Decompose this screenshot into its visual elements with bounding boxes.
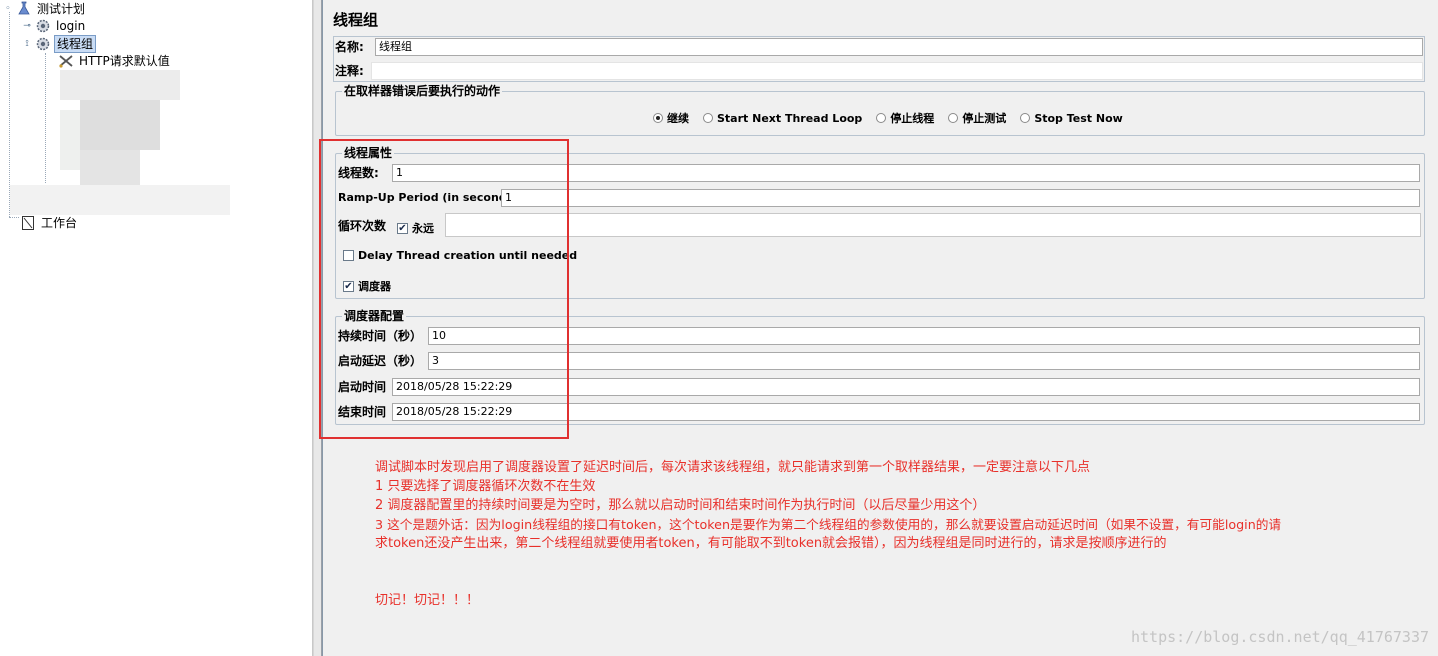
annotation-text: 2 调度器配置里的持续时间要是为空时，那么就以启动时间和结束时间作为执行时间（以… [375,498,986,513]
radio-stop-thread[interactable] [876,113,887,123]
thread-group-gear-icon [35,18,51,34]
radio-stop-test-now[interactable] [1020,113,1031,123]
test-plan-tree[interactable]: ◦ 测试计划 ⊸ login ⟟ 线程组 HTTP请求默认值 工作台 [0,0,313,656]
duration-input[interactable]: 10 [428,327,1420,345]
name-input[interactable]: 线程组 [375,38,1423,56]
redacted-area [10,185,230,215]
collapse-toggle-icon[interactable]: ◦ [3,4,13,14]
annotation-text: 调试脚本时发现启用了调度器设置了延迟时间后，每次请求该线程组，就只能请求到第一个… [375,460,1091,475]
config-scissors-icon [58,53,74,69]
collapse-toggle-icon[interactable]: ⟟ [22,39,32,49]
radio-stop-test[interactable] [948,113,959,123]
radio-label[interactable]: 停止线程 [890,110,934,126]
tree-node-workbench[interactable]: 工作台 [20,215,79,231]
redacted-area [60,110,80,170]
error-action-radio-row: 继续 Start Next Thread Loop 停止线程 停止测试 Stop… [643,110,1123,126]
tree-node-label[interactable]: 工作台 [39,215,79,231]
watermark: https://blog.csdn.net/qq_41767337 [1130,628,1429,646]
workbench-clipboard-icon [20,215,36,231]
annotation-text: 切记！切记！！！ [375,593,480,608]
comment-input[interactable] [371,62,1423,80]
annotation-highlight-box [319,139,569,439]
annotation-text: 1 只要选择了调度器循环次数不在生效 [375,479,596,494]
radio-label[interactable]: 继续 [667,110,689,126]
redacted-area [80,100,160,150]
tree-guide-line [9,217,19,218]
tree-node-label[interactable]: login [54,18,87,34]
radio-continue[interactable] [653,113,663,123]
annotation-text: 求token还没产生出来，第二个线程组就要使用者token，有可能取不到toke… [375,536,1167,551]
tree-node-label[interactable]: 线程组 [54,35,97,53]
radio-label[interactable]: Stop Test Now [1034,112,1123,125]
annotation-text: 3 这个是题外话：因为login线程组的接口有token，这个token是要作为… [375,517,1282,532]
test-plan-flask-icon [16,1,32,17]
radio-label[interactable]: Start Next Thread Loop [717,112,862,125]
tree-guide-line [45,53,46,183]
radio-start-next-thread-loop[interactable] [703,113,713,123]
tree-node-http-defaults[interactable]: HTTP请求默认值 [58,53,172,69]
thread-group-gear-icon [35,36,51,52]
name-label: 名称: [335,40,364,54]
tree-node-login[interactable]: ⊸ login [22,18,87,34]
loop-count-input[interactable] [445,213,1421,237]
tree-node-test-plan[interactable]: ◦ 测试计划 [3,1,87,17]
group-legend: 在取样器错误后要执行的动作 [342,84,503,98]
tree-node-label[interactable]: HTTP请求默认值 [77,53,172,69]
radio-label[interactable]: 停止测试 [962,110,1006,126]
panel-title: 线程组 [333,11,379,29]
tree-node-label[interactable]: 测试计划 [35,1,87,17]
comment-label: 注释: [335,64,364,78]
thread-group-panel: 线程组 名称: 线程组 注释: 在取样器错误后要执行的动作 继续 Start N… [319,0,1438,656]
rampup-input[interactable]: 1 [501,189,1420,207]
expand-toggle-icon[interactable]: ⊸ [22,21,32,31]
startup-delay-input[interactable]: 3 [428,352,1420,370]
redacted-area [60,70,180,100]
tree-node-thread-group[interactable]: ⟟ 线程组 [22,35,97,53]
